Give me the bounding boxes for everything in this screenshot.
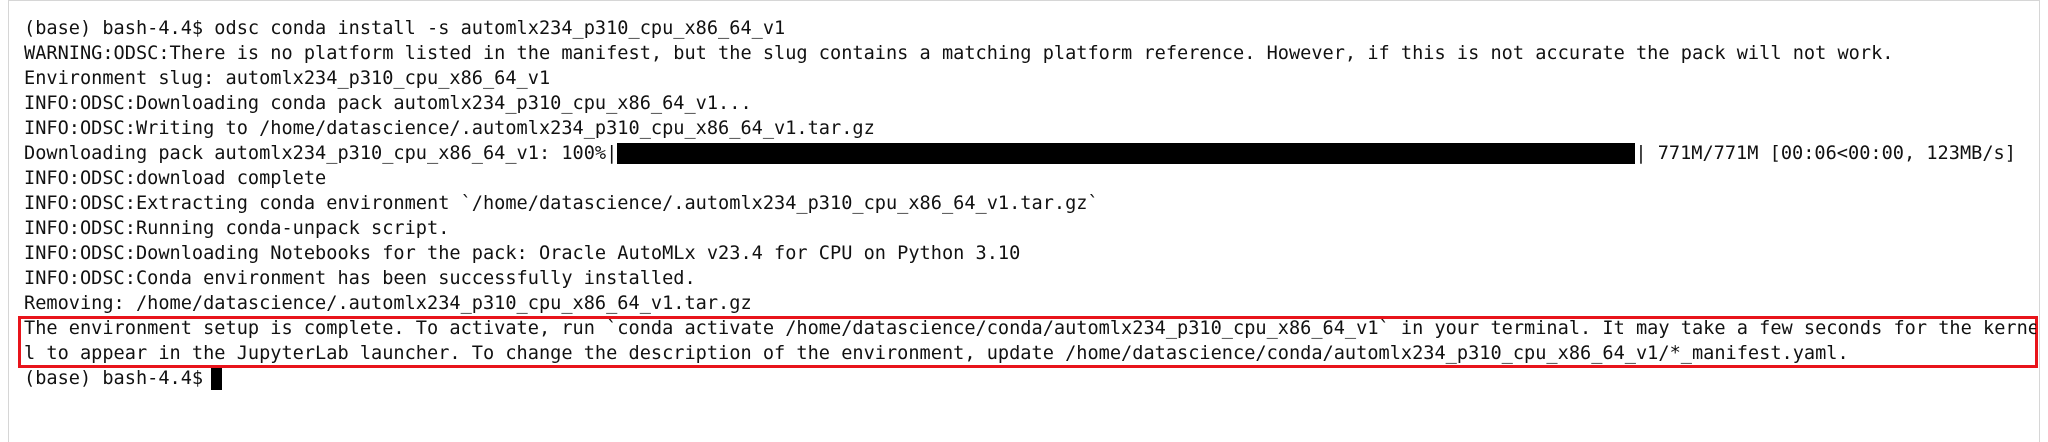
highlighted-message: The environment setup is complete. To ac…: [24, 317, 2036, 366]
progress-suffix: | 771M/771M [00:06<00:00, 123MB/s]: [1635, 143, 2016, 164]
output-line: INFO:ODSC:Conda environment has been suc…: [24, 268, 696, 289]
progress-bar: [617, 143, 1636, 164]
output-line: Removing: /home/datascience/.automlx234_…: [24, 293, 752, 314]
output-line: INFO:ODSC:Downloading Notebooks for the …: [24, 243, 1021, 264]
terminal-window[interactable]: (base) bash-4.4$ odsc conda install -s a…: [8, 0, 2040, 442]
shell-prompt: (base) bash-4.4$: [24, 368, 204, 389]
output-line: INFO:ODSC:Writing to /home/datascience/.…: [24, 118, 875, 139]
command-line: (base) bash-4.4$ odsc conda install -s a…: [24, 18, 786, 39]
output-line: Environment slug: automlx234_p310_cpu_x8…: [24, 68, 551, 89]
prompt-line[interactable]: (base) bash-4.4$: [24, 366, 223, 391]
output-line: INFO:ODSC:Extracting conda environment `…: [24, 193, 1099, 214]
download-progress-line: Downloading pack automlx234_p310_cpu_x86…: [24, 141, 2029, 166]
text-cursor: [211, 367, 223, 390]
output-line: INFO:ODSC:Downloading conda pack automlx…: [24, 93, 752, 114]
warning-line: WARNING:ODSC:There is no platform listed…: [24, 43, 1894, 64]
output-line: INFO:ODSC:download complete: [24, 168, 327, 189]
highlighted-line: The environment setup is complete. To ac…: [24, 318, 2036, 339]
highlighted-line: l to appear in the JupyterLab launcher. …: [24, 342, 1849, 364]
progress-prefix: Downloading pack automlx234_p310_cpu_x86…: [24, 143, 618, 164]
terminal-output: (base) bash-4.4$ odsc conda install -s a…: [24, 16, 2029, 316]
output-line: INFO:ODSC:Running conda-unpack script.: [24, 218, 450, 239]
